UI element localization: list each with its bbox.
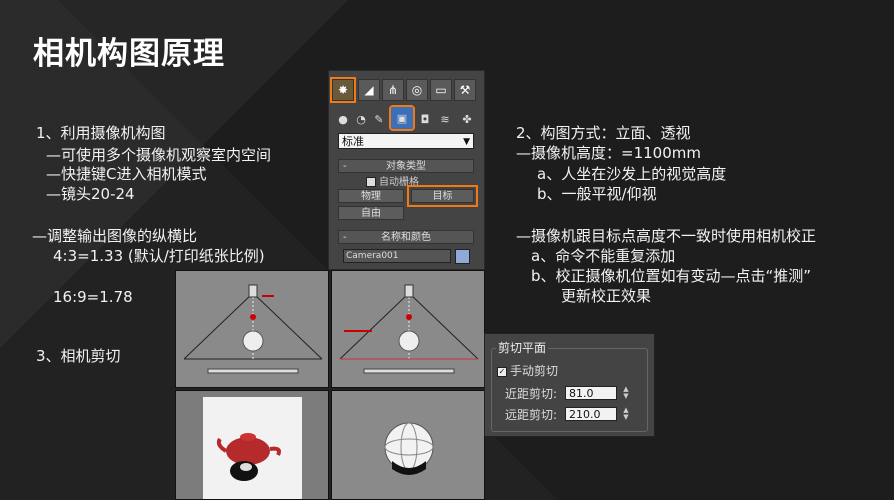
right-line-6: a、命令不能重复添加 bbox=[531, 247, 676, 265]
left-line-2: —可使用多个摄像机观察室内空间 bbox=[46, 146, 272, 164]
right-line-4: b、一般平视/仰视 bbox=[537, 185, 657, 203]
camera-frustum-front bbox=[183, 284, 323, 374]
utilities-tab-icon[interactable]: ⚒ bbox=[454, 79, 476, 101]
far-clip-input[interactable]: 210.0 bbox=[565, 407, 617, 421]
viewport-left[interactable] bbox=[331, 270, 485, 388]
cameras-icon[interactable]: ▣ bbox=[389, 105, 415, 131]
helpers-icon[interactable]: ◘ bbox=[417, 111, 433, 127]
camera-frustum-left bbox=[339, 284, 479, 374]
category-dropdown-value: 标准 bbox=[342, 135, 364, 148]
geometry-icon[interactable]: ● bbox=[335, 111, 351, 127]
object-color-swatch[interactable] bbox=[455, 249, 470, 264]
camera-name-field[interactable]: Camera001 bbox=[343, 249, 451, 263]
auto-grid-checkbox[interactable]: 自动栅格 bbox=[366, 173, 419, 188]
physical-camera-button[interactable]: 物理 bbox=[338, 189, 404, 203]
lights-icon[interactable]: ✎ bbox=[371, 111, 387, 127]
slide-title: 相机构图原理 bbox=[33, 36, 225, 72]
near-clip-input[interactable]: 81.0 bbox=[565, 386, 617, 400]
left-line-5: —调整输出图像的纵横比 bbox=[32, 227, 198, 245]
chevron-down-icon: ▼ bbox=[463, 137, 470, 147]
left-line-4: —镜头20-24 bbox=[46, 185, 135, 203]
right-line-8: 更新校正效果 bbox=[561, 287, 652, 305]
modify-tab-icon[interactable]: ◢ bbox=[358, 79, 380, 101]
hierarchy-tab-icon[interactable]: ⋔ bbox=[382, 79, 404, 101]
spacewarps-icon[interactable]: ≋ bbox=[437, 111, 453, 127]
name-color-label: 名称和颜色 bbox=[381, 232, 431, 243]
left-line-1: 1、利用摄像机构图 bbox=[36, 124, 166, 142]
motion-tab-icon[interactable]: ◎ bbox=[406, 79, 428, 101]
object-type-label: 对象类型 bbox=[386, 161, 426, 172]
name-color-rollout[interactable]: - 名称和颜色 bbox=[338, 230, 474, 244]
left-line-7: 16:9=1.78 bbox=[53, 288, 133, 306]
create-panel: ✸ ◢ ⋔ ◎ ▭ ⚒ ● ◔ ✎ ▣ ◘ ≋ ✤ 标准 ▼ - 对象类型 自动… bbox=[328, 70, 485, 270]
right-line-3: a、人坐在沙发上的视觉高度 bbox=[537, 165, 727, 183]
create-subcategory-icons: ● ◔ ✎ ▣ ◘ ≋ ✤ bbox=[335, 105, 481, 131]
camera-render-preview bbox=[203, 397, 302, 499]
clipping-planes-panel: 剪切平面 ✓ 手动剪切 近距剪切: 81.0 ▲ ▼ 远距剪切: 210.0 ▲ ▼ bbox=[484, 333, 655, 437]
viewport-camera[interactable] bbox=[175, 390, 329, 500]
target-camera-button[interactable]: 目标 bbox=[407, 185, 478, 207]
clipping-title: 剪切平面 bbox=[496, 339, 549, 356]
free-camera-button[interactable]: 自由 bbox=[338, 206, 404, 220]
left-line-6: 4:3=1.33 (默认/打印纸张比例) bbox=[53, 247, 265, 265]
right-line-5: —摄像机跟目标点高度不一致时使用相机校正 bbox=[516, 227, 817, 245]
display-tab-icon[interactable]: ▭ bbox=[430, 79, 452, 101]
systems-icon[interactable]: ✤ bbox=[459, 111, 475, 127]
viewport-front[interactable] bbox=[175, 270, 329, 388]
auto-grid-label: 自动栅格 bbox=[379, 177, 419, 188]
right-line-2: —摄像机高度：=1100mm bbox=[516, 144, 701, 162]
check-icon: ✓ bbox=[497, 366, 507, 377]
checkbox-icon bbox=[366, 177, 376, 187]
right-line-7: b、校正摄像机位置如有变动—点击“推测” bbox=[531, 267, 812, 285]
category-dropdown[interactable]: 标准 ▼ bbox=[338, 133, 474, 149]
manual-clip-checkbox[interactable]: ✓ 手动剪切 bbox=[497, 362, 558, 379]
viewport-perspective[interactable] bbox=[331, 390, 485, 500]
far-clip-spinner-icon[interactable]: ▲ ▼ bbox=[621, 407, 631, 421]
left-line-8: 3、相机剪切 bbox=[36, 347, 121, 365]
sphere-perspective bbox=[384, 422, 434, 475]
command-panel-tabs: ✸ ◢ ⋔ ◎ ▭ ⚒ bbox=[329, 77, 486, 103]
shapes-icon[interactable]: ◔ bbox=[353, 111, 369, 127]
object-type-rollout[interactable]: - 对象类型 bbox=[338, 159, 474, 173]
manual-clip-label: 手动剪切 bbox=[510, 364, 559, 378]
near-clip-spinner-icon[interactable]: ▲ ▼ bbox=[621, 386, 631, 400]
right-line-1: 2、构图方式：立面、透视 bbox=[516, 124, 691, 142]
left-line-3: —快捷键C进入相机模式 bbox=[46, 165, 207, 183]
far-clip-label: 远距剪切: bbox=[505, 408, 558, 422]
near-clip-label: 近距剪切: bbox=[505, 387, 558, 401]
create-tab-sun-icon[interactable]: ✸ bbox=[330, 77, 356, 103]
viewport-grid bbox=[175, 270, 485, 500]
